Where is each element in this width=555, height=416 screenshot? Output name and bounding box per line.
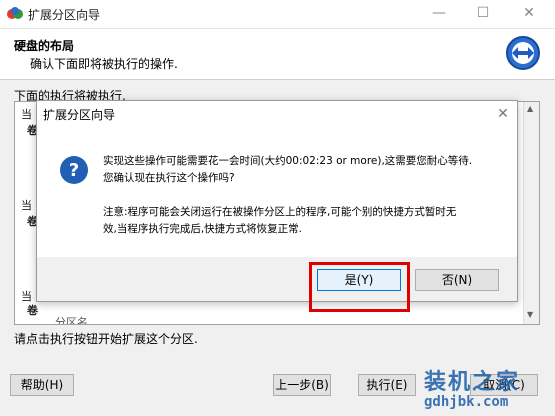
page-subtitle: 确认下面即将被执行的操作. [30,57,178,71]
back-button[interactable]: 上一步(B) [273,374,331,396]
app-logo-icon [7,7,23,19]
watermark-url: gdhjbk.com [424,394,509,410]
window-close-button[interactable]: ✕ [514,3,544,23]
confirm-dialog: 扩展分区向导 ✕ ? 实现这些操作可能需要花一会时间(大约00:02:23 or… [36,100,518,302]
dialog-title: 扩展分区向导 [43,108,116,122]
dialog-close-button[interactable]: ✕ [493,104,513,124]
watermark-logo: 装机之家 [424,369,521,395]
dialog-body: ? 实现这些操作可能需要花一会时间(大约00:02:23 or more),这需… [37,127,517,257]
help-button[interactable]: 帮助(H) [10,374,74,396]
window-title: 扩展分区向导 [28,8,101,22]
list-scrollbar[interactable]: ▲ ▼ [523,102,539,324]
execute-button[interactable]: 执行(E) [358,374,416,396]
no-button[interactable]: 否(N) [415,269,499,291]
scroll-down-icon[interactable]: ▼ [527,310,533,319]
footer-hint: 请点击执行按钮开始扩展这个分区. [14,332,198,346]
dialog-titlebar: 扩展分区向导 ✕ [37,101,517,127]
list-item: 卷 [27,304,38,317]
wizard-header: 硬盘的布局 确认下面即将被执行的操作. [0,29,555,80]
dialog-footer: 是(Y) 否(N) [37,257,517,301]
scroll-up-icon[interactable]: ▲ [527,104,533,113]
maximize-button[interactable]: ☐ [468,3,498,23]
dialog-message-line2: 您确认现在执行这个操作吗? [103,172,235,184]
yes-button-highlight [309,262,410,312]
page-title: 硬盘的布局 [14,39,75,53]
dialog-note-line1: 注意:程序可能会关闭运行在被操作分区上的程序,可能个别的快捷方式暂时无 [103,206,457,218]
list-item: 当 [21,108,32,121]
list-item: 当 [21,199,32,212]
minimize-button[interactable]: — [424,3,454,23]
dialog-message-line1: 实现这些操作可能需要花一会时间(大约00:02:23 or more),这需要您… [103,155,473,167]
resize-arrows-icon [506,36,540,70]
list-item: 分区名 [55,316,88,325]
dialog-note-line2: 效,当程序执行完成后,快捷方式将恢复正常. [103,223,303,235]
question-icon: ? [60,156,88,184]
svg-text:?: ? [69,160,79,181]
window-titlebar: 扩展分区向导 — ☐ ✕ [0,0,555,29]
